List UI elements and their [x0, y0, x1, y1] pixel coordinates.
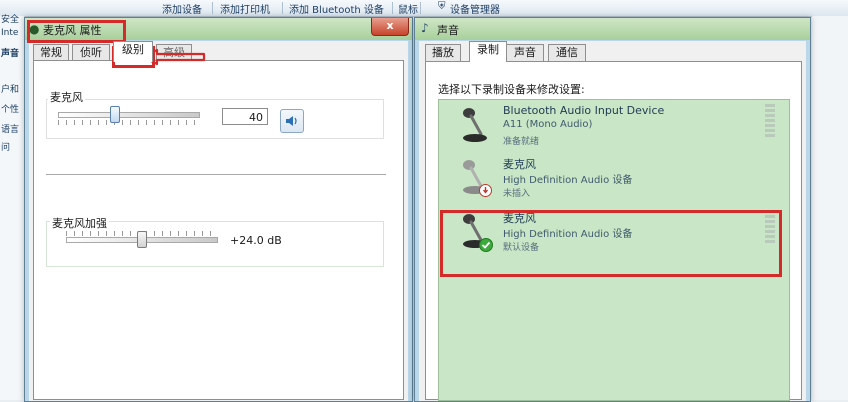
- device-status: 未插入: [503, 189, 531, 199]
- title-highlight-box: [27, 20, 126, 43]
- recording-instruction: 选择以下录制设备来修改设置:: [438, 83, 585, 96]
- microphone-level-group: [46, 99, 384, 139]
- unplugged-icon: [479, 184, 492, 197]
- toolbar-separator: [212, 2, 213, 14]
- control-panel-nav: 安全 Inte 声音 户和 个性 语言 问: [0, 15, 25, 400]
- mute-button[interactable]: [280, 109, 304, 133]
- microphone-level-label: 麦克风: [48, 89, 85, 105]
- toolbar-separator: [282, 2, 283, 14]
- list-item[interactable]: Bluetooth Audio Input Device A11 (Mono A…: [447, 100, 781, 148]
- tab-recording[interactable]: 录制: [469, 41, 507, 62]
- add-device-link[interactable]: 添加设备: [162, 1, 202, 16]
- tab-communications[interactable]: 通信: [548, 44, 586, 61]
- shield-icon: ⛨: [438, 1, 446, 12]
- mouse-link[interactable]: 鼠标: [398, 1, 418, 16]
- nav-item[interactable]: 问: [1, 140, 10, 153]
- tab-sounds[interactable]: 声音: [506, 44, 544, 61]
- levels-panel: 麦克风 40 麦克风加强 +24.0 dB: [33, 60, 404, 400]
- control-panel-right-pane: [812, 16, 848, 400]
- tab-general[interactable]: 常规: [33, 44, 69, 61]
- microphone-slider-ticks: [58, 120, 198, 125]
- default-device-highlight-box: [440, 210, 782, 277]
- nav-item[interactable]: 个性: [1, 102, 19, 115]
- nav-item[interactable]: 户和: [1, 82, 19, 95]
- boost-level-value: +24.0 dB: [230, 234, 282, 247]
- microphone-level-value[interactable]: 40: [222, 108, 268, 125]
- tab-levels[interactable]: 级别: [113, 41, 153, 62]
- tab-playback[interactable]: 播放: [425, 44, 461, 61]
- microphone-icon: [463, 108, 487, 142]
- microphone-slider-track[interactable]: [58, 112, 200, 118]
- sound-dialog-titlebar[interactable]: ♪ 声音: [415, 18, 810, 40]
- nav-item[interactable]: Inte: [1, 28, 18, 38]
- speaker-icon: [286, 116, 297, 126]
- device-status: 准备就绪: [503, 137, 540, 147]
- device-name: 麦克风: [503, 158, 536, 171]
- microphone-boost-label: 麦克风加强: [50, 215, 109, 231]
- tab-listen[interactable]: 侦听: [72, 44, 110, 61]
- microphone-slider-thumb[interactable]: [110, 106, 120, 123]
- sound-dialog-title: 声音: [437, 24, 459, 37]
- close-button[interactable]: x: [371, 18, 409, 36]
- toolbar-separator: [420, 2, 421, 14]
- add-printer-link[interactable]: 添加打印机: [220, 1, 270, 16]
- device-manager-link[interactable]: 设备管理器: [450, 1, 500, 16]
- device-description: A11 (Mono Audio): [503, 119, 593, 130]
- toolbar-separator: [392, 2, 393, 14]
- nav-item[interactable]: 安全: [1, 12, 19, 25]
- device-description: High Definition Audio 设备: [503, 175, 633, 186]
- nav-item[interactable]: 语言: [1, 122, 19, 135]
- control-panel-toolbar: 添加设备 添加打印机 添加 Bluetooth 设备 鼠标 ⛨ 设备管理器: [0, 0, 848, 17]
- list-item[interactable]: 麦克风 High Definition Audio 设备 未插入: [447, 152, 781, 200]
- section-divider: [46, 174, 386, 175]
- microphone-dialog-client: 常规 侦听 级别 高级 麦克风 40 麦克风加强 +24.0 dB: [29, 41, 408, 401]
- microphone-properties-dialog: ● 麦克风 属性 x 常规 侦听 级别 高级 麦克风 40 麦克风加强 +24.…: [24, 17, 413, 402]
- boost-slider-thumb[interactable]: [137, 231, 147, 248]
- nav-item[interactable]: 声音: [1, 46, 19, 59]
- sound-app-icon: ♪: [421, 21, 429, 35]
- level-meter: [765, 104, 775, 138]
- add-bluetooth-link[interactable]: 添加 Bluetooth 设备: [289, 1, 384, 16]
- device-name: Bluetooth Audio Input Device: [503, 104, 665, 117]
